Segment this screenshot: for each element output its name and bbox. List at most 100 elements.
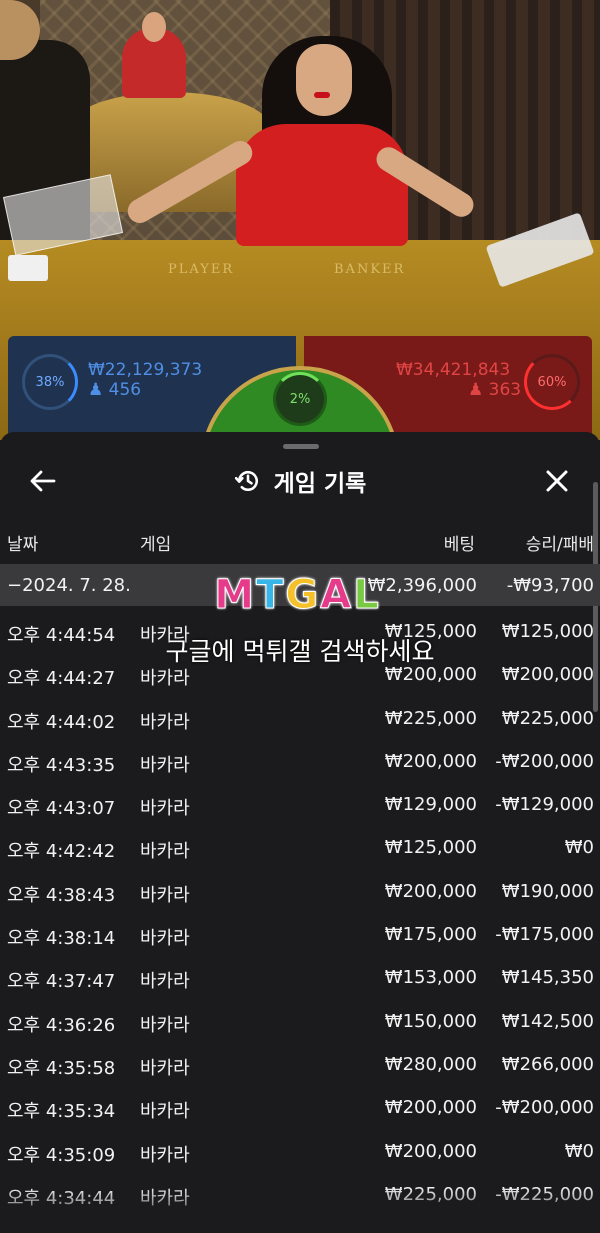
row-win-loss: ₩266,000 [501, 1053, 594, 1075]
row-date: 오후 4:38:43 [7, 884, 116, 906]
row-date: 오후 4:44:27 [7, 668, 116, 690]
player-bettor-count: ♟ 456 [88, 380, 141, 400]
row-game: 바카라 [140, 1014, 190, 1036]
sheet-drag-handle[interactable] [283, 444, 319, 449]
row-game: 바카라 [140, 1101, 190, 1123]
row-game: 바카라 [140, 884, 190, 906]
row-win-loss: ₩190,000 [501, 880, 594, 902]
row-date: 오후 4:36:26 [7, 1014, 116, 1036]
banker-percent: 60% [537, 374, 567, 390]
watermark-logo-letter: M [214, 572, 256, 619]
row-game: 바카라 [140, 1057, 190, 1079]
dealer-face [296, 44, 352, 116]
row-game: 바카라 [140, 668, 190, 690]
row-win-loss: -₩200,000 [495, 750, 594, 772]
game-history-sheet: 게임 기록 날짜 게임 베팅 승리/패배 −2024. 7. 28. ₩2,39… [0, 432, 600, 1233]
tie-percent: 2% [289, 391, 311, 407]
row-bet: ₩280,000 [384, 1053, 477, 1075]
row-win-loss: ₩0 [564, 1140, 594, 1162]
dealer-lips [314, 92, 330, 98]
table-row[interactable]: 오후 4:42:42 바카라 ₩125,000 ₩0 [0, 827, 600, 870]
close-button[interactable] [540, 464, 574, 498]
row-bet: ₩129,000 [384, 794, 477, 816]
column-header-date: 날짜 [7, 535, 39, 555]
row-win-loss: -₩175,000 [495, 924, 594, 946]
row-date: 오후 4:37:47 [7, 971, 116, 993]
table-row[interactable]: 오후 4:38:43 바카라 ₩200,000 ₩190,000 [0, 871, 600, 914]
row-bet: ₩225,000 [384, 707, 477, 729]
row-bet: ₩200,000 [384, 750, 477, 772]
dealer-body [236, 124, 408, 246]
row-game: 바카라 [140, 798, 190, 820]
row-win-loss: -₩200,000 [495, 1097, 594, 1119]
watermark-logo-letter: G [285, 572, 320, 619]
table-row[interactable]: 오후 4:35:58 바카라 ₩280,000 ₩266,000 [0, 1044, 600, 1087]
arrow-left-icon [30, 470, 56, 492]
sheet-title-group: 게임 기록 [0, 456, 600, 506]
row-date: 오후 4:42:42 [7, 841, 116, 863]
table-row[interactable]: 오후 4:43:07 바카라 ₩129,000 -₩129,000 [0, 784, 600, 827]
table-row[interactable]: 오후 4:43:35 바카라 ₩200,000 -₩200,000 [0, 741, 600, 784]
summary-win-loss: -₩93,700 [506, 575, 594, 596]
bottom-fade [0, 1187, 600, 1233]
row-win-loss: ₩225,000 [501, 707, 594, 729]
history-clock-icon [234, 470, 258, 492]
column-header-win-loss: 승리/패배 [525, 535, 594, 555]
row-date: 오후 4:44:02 [7, 711, 116, 733]
row-win-loss: ₩145,350 [501, 967, 594, 989]
player-percent-ring: 38% [22, 354, 78, 410]
row-game: 바카라 [140, 711, 190, 733]
row-bet: ₩200,000 [384, 1097, 477, 1119]
row-date: 오후 4:35:09 [7, 1144, 116, 1166]
history-list: 오후 4:44:54 바카라 ₩125,000 ₩125,000 오후 4:44:27 바… [0, 611, 600, 1217]
watermark-logo-letter: T [256, 572, 285, 619]
row-bet: ₩200,000 [384, 1140, 477, 1162]
banker-bettor-count: ♟ 363 [468, 380, 521, 400]
row-bet: ₩200,000 [384, 880, 477, 902]
row-date: 오후 4:43:35 [7, 754, 116, 776]
row-win-loss: -₩129,000 [495, 794, 594, 816]
bet-statistics-bar: 38% ₩22,129,373 ♟ 456 ₩34,421,843 ♟ 363 … [0, 336, 600, 526]
table-row[interactable]: 오후 4:35:34 바카라 ₩200,000 -₩200,000 [0, 1087, 600, 1130]
row-game: 바카라 [140, 971, 190, 993]
banker-bet-amount: ₩34,421,843 [396, 360, 511, 380]
person-icon: ♟ [468, 380, 484, 400]
table-row[interactable]: 오후 4:37:47 바카라 ₩153,000 ₩145,350 [0, 957, 600, 1000]
card-stack [8, 255, 48, 281]
player-count-value: 456 [108, 380, 142, 400]
row-game: 바카라 [140, 928, 190, 950]
banker-percent-ring: 60% [524, 354, 580, 410]
back-button[interactable] [26, 464, 60, 498]
row-bet: ₩125,000 [384, 837, 477, 859]
table-row[interactable]: 오후 4:44:02 바카라 ₩225,000 ₩225,000 [0, 698, 600, 741]
player-percent: 38% [35, 374, 65, 390]
summary-date: −2024. 7. 28. [7, 575, 131, 596]
table-row[interactable]: 오후 4:35:09 바카라 ₩200,000 ₩0 [0, 1131, 600, 1174]
row-date: 오후 4:35:34 [7, 1101, 116, 1123]
row-win-loss: ₩142,500 [501, 1010, 594, 1032]
watermark-logo-letter: L [353, 572, 380, 619]
table-row[interactable]: 오후 4:36:26 바카라 ₩150,000 ₩142,500 [0, 1001, 600, 1044]
sheet-header: 게임 기록 [0, 456, 600, 506]
row-bet: ₩153,000 [384, 967, 477, 989]
close-icon [546, 470, 568, 492]
row-date: 오후 4:35:58 [7, 1057, 116, 1079]
player-bet-amount: ₩22,129,373 [88, 360, 203, 380]
row-bet: ₩150,000 [384, 1010, 477, 1032]
row-game: 바카라 [140, 754, 190, 776]
watermark-text: 구글에 먹튀갤 검색하세요 [165, 637, 435, 666]
person-icon: ♟ [88, 380, 104, 400]
background-dealer-head [142, 12, 166, 42]
column-header-game: 게임 [140, 535, 172, 555]
row-date: 오후 4:43:07 [7, 798, 116, 820]
watermark-logo-letter: A [320, 572, 353, 619]
row-game: 바카라 [140, 841, 190, 863]
watermark-logo: MTGAL [197, 571, 397, 619]
tie-percent-ring: 2% [273, 372, 327, 426]
row-win-loss: ₩0 [564, 837, 594, 859]
table-row[interactable]: 오후 4:38:14 바카라 ₩175,000 -₩175,000 [0, 914, 600, 957]
page-title: 게임 기록 [273, 471, 367, 497]
column-header-bet: 베팅 [443, 535, 475, 555]
row-game: 바카라 [140, 1144, 190, 1166]
banker-count-value: 363 [488, 380, 522, 400]
